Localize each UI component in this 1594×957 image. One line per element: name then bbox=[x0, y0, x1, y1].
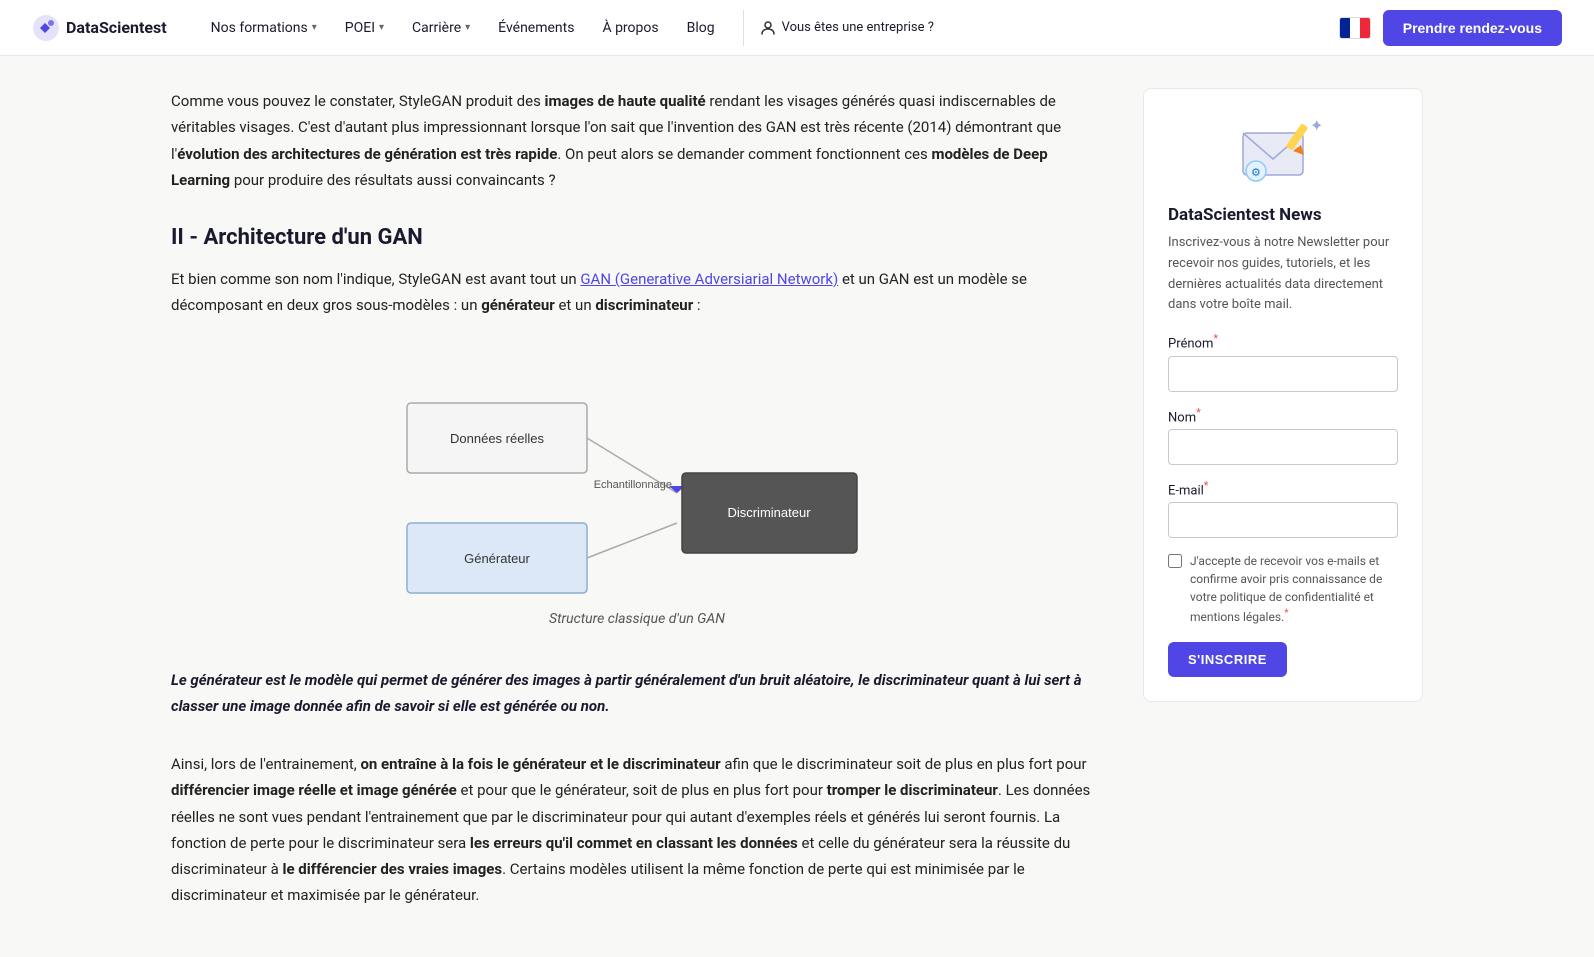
chevron-down-icon: ▾ bbox=[312, 22, 317, 33]
checkbox-label: J'accepte de recevoir vos e-mails et con… bbox=[1190, 552, 1398, 626]
nav-item-evenements[interactable]: Événements bbox=[486, 12, 586, 44]
nav-label-apropos: À propos bbox=[602, 20, 658, 36]
enterprise-label: Vous êtes une entreprise ? bbox=[782, 20, 934, 35]
form-field-nom: Nom* bbox=[1168, 406, 1398, 465]
svg-text:✦: ✦ bbox=[1310, 116, 1323, 135]
input-prenom[interactable] bbox=[1168, 356, 1398, 392]
label-nom: Nom* bbox=[1168, 406, 1398, 425]
nav-item-blog[interactable]: Blog bbox=[675, 12, 727, 44]
input-email[interactable] bbox=[1168, 502, 1398, 538]
gan-diagram-container: Données réelles Générateur Echantillonna… bbox=[171, 343, 1103, 651]
enterprise-link[interactable]: Vous êtes une entreprise ? bbox=[760, 20, 934, 36]
nav-item-formations[interactable]: Nos formations ▾ bbox=[199, 12, 329, 44]
section-intro-paragraph: Et bien comme son nom l'indique, StyleGA… bbox=[171, 266, 1103, 319]
nav-item-poei[interactable]: POEI ▾ bbox=[333, 12, 396, 44]
logo-link[interactable]: DataScientest bbox=[32, 14, 167, 42]
cta-button[interactable]: Prendre rendez-vous bbox=[1383, 10, 1562, 46]
nav-item-carriere[interactable]: Carrière ▾ bbox=[400, 12, 482, 44]
nav-label-poei: POEI bbox=[345, 20, 375, 36]
newsletter-subtitle: Inscrivez-vous à notre Newsletter pour r… bbox=[1168, 233, 1398, 316]
user-icon bbox=[760, 20, 776, 36]
diagram-caption: Structure classique d'un GAN bbox=[549, 611, 725, 627]
svg-text:Discriminateur: Discriminateur bbox=[727, 505, 811, 520]
subscribe-button[interactable]: S'INSCRIRE bbox=[1168, 642, 1287, 677]
consent-checkbox[interactable] bbox=[1168, 554, 1182, 568]
gan-diagram: Données réelles Générateur Echantillonna… bbox=[377, 343, 897, 603]
newsletter-title: DataScientest News bbox=[1168, 205, 1398, 225]
gan-blockquote: Le générateur est le modèle qui permet d… bbox=[171, 667, 1103, 720]
flag-france[interactable] bbox=[1339, 17, 1371, 39]
nav-item-apropos[interactable]: À propos bbox=[590, 12, 670, 44]
sidebar: ✦ ⚙ DataScientest News Inscrivez-vous à … bbox=[1143, 88, 1423, 702]
nav-label-blog: Blog bbox=[687, 20, 715, 36]
svg-text:Données réelles: Données réelles bbox=[450, 431, 544, 446]
intro-paragraph: Comme vous pouvez le constater, StyleGAN… bbox=[171, 88, 1103, 193]
label-prenom: Prénom* bbox=[1168, 332, 1398, 351]
newsletter-card: ✦ ⚙ DataScientest News Inscrivez-vous à … bbox=[1143, 88, 1423, 702]
form-field-prenom: Prénom* bbox=[1168, 332, 1398, 391]
navbar: DataScientest Nos formations ▾ POEI ▾ Ca… bbox=[0, 0, 1594, 56]
logo-icon bbox=[32, 14, 60, 42]
svg-text:Générateur: Générateur bbox=[464, 551, 530, 566]
body-paragraph-1: Ainsi, lors de l'entrainement, on entraî… bbox=[171, 751, 1103, 909]
gan-link[interactable]: GAN (Generative Adversiarial Network) bbox=[580, 270, 838, 288]
main-layout: Comme vous pouvez le constater, StyleGAN… bbox=[147, 56, 1447, 957]
newsletter-illustration: ✦ ⚙ bbox=[1168, 113, 1398, 193]
svg-text:Echantillonnage: Echantillonnage bbox=[594, 479, 672, 491]
nav-label-evenements: Événements bbox=[498, 20, 574, 36]
logo-text: DataScientest bbox=[66, 18, 167, 37]
article-content: Comme vous pouvez le constater, StyleGAN… bbox=[171, 88, 1103, 925]
form-field-email: E-mail* bbox=[1168, 479, 1398, 538]
nav-divider bbox=[743, 10, 744, 46]
section-title: II - Architecture d'un GAN bbox=[171, 225, 1103, 250]
chevron-down-icon: ▾ bbox=[379, 22, 384, 33]
nav-label-carriere: Carrière bbox=[412, 20, 461, 36]
input-nom[interactable] bbox=[1168, 429, 1398, 465]
label-email: E-mail* bbox=[1168, 479, 1398, 498]
navbar-right: Prendre rendez-vous bbox=[1339, 10, 1562, 46]
checkbox-row: J'accepte de recevoir vos e-mails et con… bbox=[1168, 552, 1398, 626]
navbar-nav: Nos formations ▾ POEI ▾ Carrière ▾ Événe… bbox=[199, 10, 1339, 46]
chevron-down-icon: ▾ bbox=[465, 22, 470, 33]
nav-label-formations: Nos formations bbox=[211, 20, 308, 36]
svg-text:⚙: ⚙ bbox=[1251, 166, 1261, 179]
